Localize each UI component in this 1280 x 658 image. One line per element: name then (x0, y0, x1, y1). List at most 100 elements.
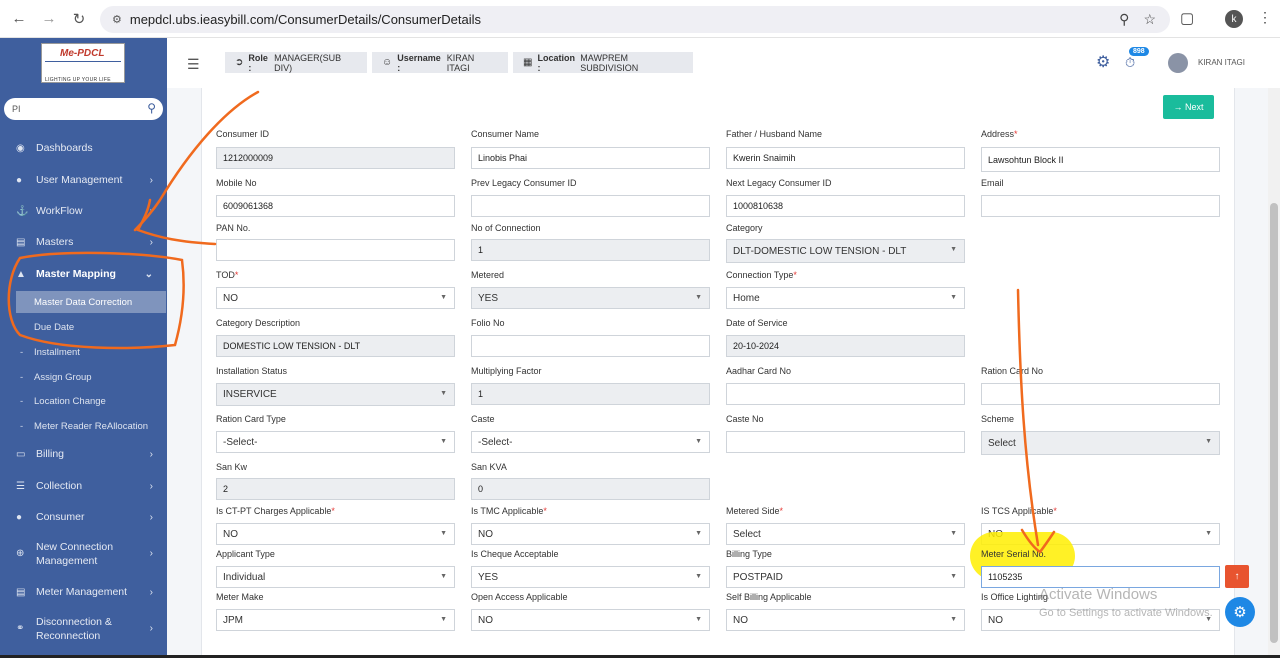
scheme-select[interactable]: Select ▼ (981, 431, 1220, 455)
dashboard-icon: ◉ (16, 142, 25, 154)
timer-icon[interactable]: ⏱ (1125, 55, 1135, 71)
san-kva-field[interactable]: 0 (471, 478, 710, 500)
meter-make-select[interactable]: JPM ▼ (216, 609, 455, 631)
reload-icon[interactable]: ↻ (68, 8, 90, 30)
sidebar-item-disconnection[interactable]: ⚭ Disconnection & Reconnection › (0, 613, 167, 645)
date-of-service-field[interactable]: 20-10-2024 (726, 335, 965, 357)
consumer-id-field[interactable]: 1212000009 (216, 147, 455, 169)
forward-icon[interactable]: → (38, 8, 60, 30)
sidebar-item-billing[interactable]: ▭ Billing › (0, 442, 167, 466)
tmc-applicable-label: Is TMC Applicable* (471, 506, 547, 516)
metered-select[interactable]: YES ▼ (471, 287, 710, 309)
ration-card-no-field[interactable] (981, 383, 1220, 405)
sidebar-subitem-assign-group[interactable]: - Assign Group (0, 366, 167, 388)
browser-menu-icon[interactable]: ⋮ (1258, 9, 1272, 26)
category-description-field[interactable]: DOMESTIC LOW TENSION - DLT (216, 335, 455, 357)
aadhar-card-field[interactable] (726, 383, 965, 405)
sidebar-item-collection[interactable]: ☰ Collection › (0, 474, 167, 498)
hamburger-menu-icon[interactable]: ☰ (187, 56, 200, 73)
top-header: ☰ ➲ Role : MANAGER(SUB DIV) ☺ Username :… (167, 38, 1280, 88)
consumer-name-field[interactable]: Linobis Phai (471, 147, 710, 169)
sidebar-subitem-location-change[interactable]: - Location Change (0, 390, 167, 412)
installation-status-select[interactable]: INSERVICE ▼ (216, 383, 455, 406)
sidebar-subitem-installment[interactable]: - Installment (0, 341, 167, 363)
site-info-icon[interactable]: ⚙ (112, 13, 122, 26)
sidebar-search-input[interactable]: PI ⚲ (4, 98, 163, 120)
ct-pt-charges-select[interactable]: NO ▼ (216, 523, 455, 545)
sidebar-item-consumer[interactable]: ● Consumer › (0, 505, 167, 529)
cheque-acceptable-select[interactable]: YES ▼ (471, 566, 710, 588)
meter-serial-no-field[interactable]: 1105235 (981, 566, 1220, 588)
san-kw-field[interactable]: 2 (216, 478, 455, 500)
sidebar-item-dashboards[interactable]: ◉ Dashboards (0, 136, 167, 160)
tmc-applicable-select[interactable]: NO ▼ (471, 523, 710, 545)
url-text: mepdcl.ubs.ieasybill.com/ConsumerDetails… (129, 12, 482, 27)
company-logo: Me-PDCL LIGHTING UP YOUR LIFE (41, 43, 125, 83)
ration-card-type-select[interactable]: -Select- ▼ (216, 431, 455, 453)
sidebar-item-user-management[interactable]: ● User Management › (0, 168, 167, 192)
pan-no-label: PAN No. (216, 223, 251, 233)
link-icon: ⚭ (16, 623, 25, 634)
applicant-type-select[interactable]: Individual ▼ (216, 566, 455, 588)
location-value: MAWPREM SUBDIVISION (580, 52, 639, 73)
metered-side-select[interactable]: Select ▼ (726, 523, 965, 545)
bookmark-star-icon[interactable]: ☆ (1143, 11, 1156, 28)
required-asterisk: * (234, 270, 239, 280)
search-icon[interactable]: ⚲ (147, 101, 156, 115)
address-label: Address* (981, 129, 1018, 139)
next-button[interactable]: → Next (1163, 95, 1214, 119)
connection-type-select[interactable]: Home ▼ (726, 287, 965, 309)
open-access-select[interactable]: NO ▼ (471, 609, 710, 631)
caste-select[interactable]: -Select- ▼ (471, 431, 710, 453)
user-icon: ● (16, 174, 23, 186)
father-name-field[interactable]: Kwerin Snaimih (726, 147, 965, 169)
no-of-connection-label: No of Connection (471, 223, 541, 233)
sidebar-item-meter-management[interactable]: ▤ Meter Management › (0, 580, 167, 604)
caste-no-field[interactable] (726, 431, 965, 453)
sidebar-subitem-label: Due Date (34, 321, 75, 333)
billing-type-label: Billing Type (726, 549, 772, 559)
back-icon[interactable]: ← (8, 8, 30, 30)
address-field[interactable]: Lawsohtun Block II (981, 147, 1220, 172)
multiplying-factor-field[interactable]: 1 (471, 383, 710, 405)
pan-no-field[interactable] (216, 239, 455, 261)
email-label: Email (981, 178, 1004, 188)
sidebar-item-workflow[interactable]: ⚓ WorkFlow › (0, 199, 167, 223)
mobile-no-field[interactable]: 6009061368 (216, 195, 455, 217)
avatar[interactable] (1168, 53, 1188, 73)
email-field[interactable] (981, 195, 1220, 217)
sidebar-subitem-meter-reader-reallocation[interactable]: - Meter Reader ReAllocation (0, 415, 167, 437)
tod-label: TOD* (216, 270, 238, 280)
sidebar-item-masters[interactable]: ▤ Masters › (0, 230, 167, 254)
browser-profile-avatar[interactable]: k (1225, 10, 1243, 28)
sidebar-subitem-due-date[interactable]: Due Date (0, 316, 167, 338)
metered-value: YES (478, 292, 499, 304)
zoom-icon[interactable]: ⚲ (1119, 11, 1129, 28)
ration-card-no-label: Ration Card No (981, 366, 1044, 376)
self-billing-select[interactable]: NO ▼ (726, 609, 965, 631)
sidebar-subitem-master-data-correction[interactable]: Master Data Correction (16, 291, 166, 313)
extensions-icon[interactable]: ▢ (1180, 9, 1194, 27)
sidebar-item-master-mapping[interactable]: ▲ Master Mapping ⌄ (0, 262, 167, 286)
settings-gear-icon[interactable]: ⚙ (1225, 597, 1255, 627)
meter-serial-no-label: Meter Serial No. (981, 549, 1047, 559)
tcs-applicable-label-text: IS TCS Applicable (981, 506, 1054, 516)
arrow-circle-icon: ➲ (235, 57, 244, 68)
chevron-right-icon: › (149, 205, 153, 217)
tod-select[interactable]: NO ▼ (216, 287, 455, 309)
next-legacy-id-field[interactable]: 1000810638 (726, 195, 965, 217)
sidebar-item-new-connection[interactable]: ⊕ New Connection Management › (0, 538, 167, 570)
folio-no-field[interactable] (471, 335, 710, 357)
caret-down-icon: ▼ (440, 616, 447, 623)
sidebar-item-label: Disconnection & Reconnection (36, 615, 112, 643)
address-bar[interactable]: ⚙ mepdcl.ubs.ieasybill.com/ConsumerDetai… (100, 6, 1170, 33)
header-username[interactable]: KIRAN ITAGI (1198, 58, 1245, 67)
prev-legacy-id-field[interactable] (471, 195, 710, 217)
no-of-connection-field[interactable]: 1 (471, 239, 710, 261)
billing-type-select[interactable]: POSTPAID ▼ (726, 566, 965, 588)
category-select[interactable]: DLT-DOMESTIC LOW TENSION - DLT ▼ (726, 239, 965, 263)
scrollbar-thumb[interactable] (1270, 203, 1278, 643)
scroll-to-top-button[interactable]: ↑ (1225, 565, 1249, 588)
aadhar-card-label: Aadhar Card No (726, 366, 792, 376)
support-icon[interactable]: ⚙ (1096, 52, 1110, 72)
